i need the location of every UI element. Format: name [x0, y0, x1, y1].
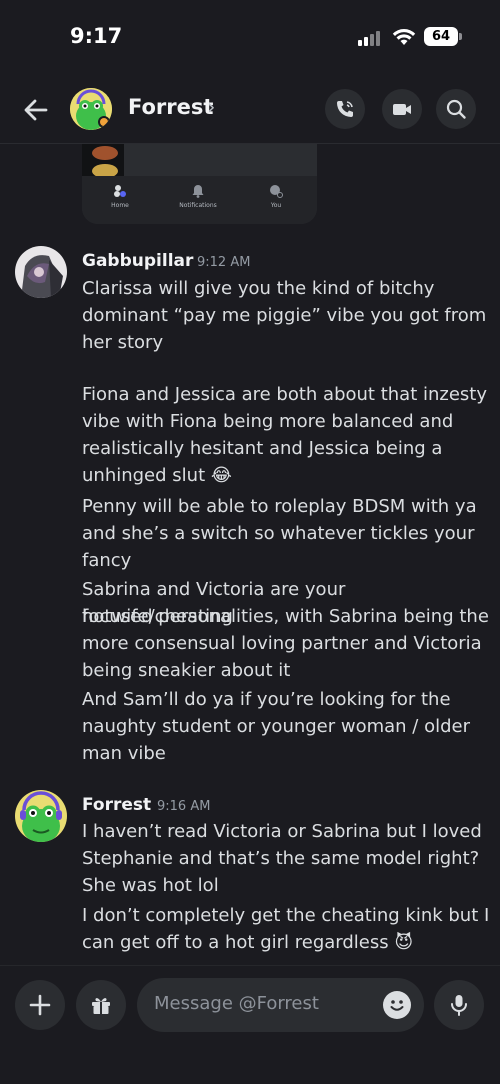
attachment-nav-bar: Home Notifications You — [82, 176, 317, 224]
message-text: unhinged slut 😂 — [82, 465, 232, 486]
message-text: realistically hesitant and Jessica being… — [82, 438, 443, 459]
avatar[interactable] — [15, 790, 67, 842]
attachment-nav-notifications: Notifications — [168, 184, 228, 209]
message-text: more consensual loving partner and Victo… — [82, 633, 482, 654]
add-attachment-button[interactable] — [15, 980, 65, 1030]
message-input[interactable]: Message @Forrest — [137, 978, 424, 1032]
smiley-icon — [390, 1000, 404, 1011]
message-text: Penny will be able to roleplay BDSM with… — [82, 496, 477, 517]
video-call-button[interactable] — [382, 89, 422, 129]
search-button[interactable] — [436, 89, 476, 129]
page-title[interactable]: Forrest — [128, 95, 213, 119]
profile-icon — [270, 185, 283, 198]
message-text: man vibe — [82, 743, 166, 764]
phone-icon — [337, 101, 353, 117]
chevron-right-icon[interactable]: › — [207, 95, 215, 119]
message-text: Clarissa will give you the kind of bitch… — [82, 278, 435, 299]
chat-header: Forrest › — [0, 78, 500, 144]
message-text: Fiona and Jessica are both about that in… — [82, 384, 487, 405]
avatar[interactable] — [15, 246, 67, 298]
message-timestamp: 9:16 AM — [157, 799, 211, 814]
message-text: Stephanie and that’s the same model righ… — [82, 848, 480, 869]
message-author[interactable]: Gabbupillar — [82, 251, 193, 271]
video-camera-icon — [393, 104, 411, 115]
message-text: fancy — [82, 550, 132, 571]
wifi-icon — [392, 29, 416, 45]
attachment-nav-home: Home — [90, 184, 150, 209]
food-thumbnail — [92, 146, 118, 160]
message-input-placeholder: Message @Forrest — [154, 993, 319, 1014]
status-time: 9:17 — [70, 24, 123, 48]
message-text: I don’t completely get the cheating kink… — [82, 905, 490, 926]
battery-cap — [459, 33, 462, 40]
message-author[interactable]: Forrest — [82, 795, 151, 815]
message-text: and she’s a switch so whatever tickles y… — [82, 523, 475, 544]
message-text: focused personalities, with Sabrina bein… — [82, 606, 489, 627]
attachment-image-top — [82, 144, 124, 178]
message-text: naughty student or younger woman / older — [82, 716, 471, 737]
voice-call-button[interactable] — [325, 89, 365, 129]
emoji-button[interactable] — [383, 991, 411, 1019]
battery-level: 64 — [424, 27, 458, 46]
message-text: I haven’t read Victoria or Sabrina but I… — [82, 821, 482, 842]
message-text: can get off to a hot girl regardless 😈 — [82, 932, 414, 953]
cellular-signal-icon — [358, 30, 384, 46]
avatar[interactable] — [70, 88, 112, 130]
image-attachment[interactable]: Home Notifications You — [82, 144, 317, 224]
frog-avatar-icon — [70, 88, 112, 130]
message-text: She was hot lol — [82, 875, 219, 896]
divider — [0, 965, 500, 966]
back-arrow-icon[interactable] — [18, 92, 54, 128]
message-text: dominant “pay me piggie” vibe you got fr… — [82, 305, 487, 326]
home-icon — [114, 185, 126, 197]
search-icon — [446, 99, 466, 119]
plus-icon — [29, 994, 51, 1016]
status-bar: 9:17 64 — [0, 0, 500, 70]
user-avatar-icon — [15, 246, 67, 298]
message-text: her story — [82, 332, 164, 353]
gift-button[interactable] — [76, 980, 126, 1030]
message-text: vibe with Fiona being more balanced and — [82, 411, 454, 432]
microphone-icon — [451, 995, 467, 1016]
message-timestamp: 9:12 AM — [197, 255, 251, 270]
bell-icon — [192, 185, 204, 198]
attachment-nav-you: You — [246, 184, 306, 209]
message-text: And Sam’ll do ya if you’re looking for t… — [82, 689, 451, 710]
message-text: being sneakier about it — [82, 660, 291, 681]
frog-avatar-icon — [15, 790, 67, 842]
gift-icon — [92, 998, 110, 1014]
voice-message-button[interactable] — [434, 980, 484, 1030]
